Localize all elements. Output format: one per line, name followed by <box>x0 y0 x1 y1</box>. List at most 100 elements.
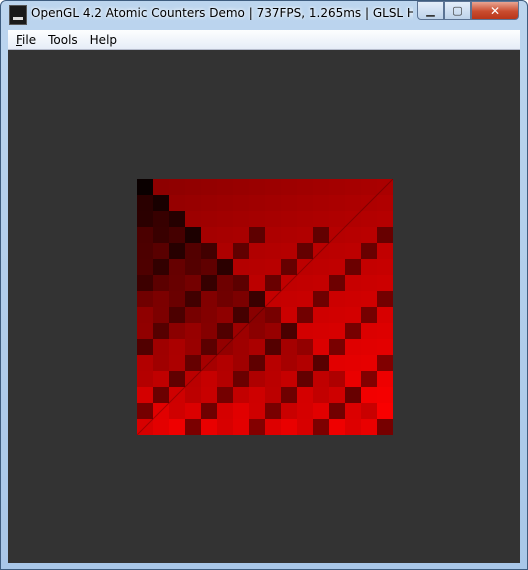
render-tile <box>233 339 250 356</box>
render-tile <box>281 227 298 244</box>
render-tile <box>185 243 202 260</box>
render-tile <box>217 291 234 308</box>
render-tile <box>201 291 218 308</box>
render-tile <box>361 371 378 388</box>
render-tile <box>313 211 330 228</box>
render-tile <box>361 419 378 435</box>
render-tile <box>185 195 202 212</box>
render-tile <box>281 323 298 340</box>
render-tile <box>169 275 186 292</box>
render-tile <box>137 403 154 420</box>
render-tile <box>169 211 186 228</box>
render-tile <box>281 259 298 276</box>
render-tile <box>281 291 298 308</box>
render-tile <box>313 403 330 420</box>
render-tile <box>345 243 362 260</box>
app-window: OpenGL 4.2 Atomic Counters Demo | 737FPS… <box>0 0 528 570</box>
app-icon[interactable] <box>9 5 27 25</box>
render-tile <box>185 355 202 372</box>
render-tile <box>361 339 378 356</box>
render-tile <box>137 307 154 324</box>
render-tile <box>297 243 314 260</box>
render-tile <box>201 307 218 324</box>
render-tile <box>185 323 202 340</box>
render-tile <box>233 291 250 308</box>
window-title: OpenGL 4.2 Atomic Counters Demo | 737FPS… <box>31 6 413 20</box>
render-area[interactable] <box>8 50 520 563</box>
render-tile <box>169 227 186 244</box>
render-tile <box>313 227 330 244</box>
render-tile <box>201 371 218 388</box>
render-tile <box>233 355 250 372</box>
render-tile <box>153 291 170 308</box>
render-tile <box>249 243 266 260</box>
render-tile <box>265 275 282 292</box>
render-tile <box>361 291 378 308</box>
render-tile <box>185 419 202 435</box>
render-tile <box>185 403 202 420</box>
render-tile <box>265 211 282 228</box>
render-tile <box>153 355 170 372</box>
render-tile <box>233 419 250 435</box>
render-tile <box>201 227 218 244</box>
menu-tools[interactable]: Tools <box>42 33 84 47</box>
render-tile <box>153 195 170 212</box>
render-tile <box>265 387 282 404</box>
maximize-button[interactable]: ▢ <box>444 1 471 20</box>
render-tile <box>329 259 346 276</box>
close-button[interactable]: ✕ <box>471 1 519 20</box>
menu-bar: File Tools Help <box>8 30 520 50</box>
rendered-atomic-counter-quad <box>137 179 393 435</box>
render-tile <box>249 275 266 292</box>
render-tile <box>265 355 282 372</box>
render-tile <box>377 307 393 324</box>
render-tile <box>329 419 346 435</box>
menu-file[interactable]: File <box>8 33 42 47</box>
render-tile <box>137 387 154 404</box>
render-tile <box>345 259 362 276</box>
render-tile <box>169 243 186 260</box>
render-tile <box>217 243 234 260</box>
render-tile <box>217 307 234 324</box>
render-tile <box>153 339 170 356</box>
render-tile <box>281 339 298 356</box>
render-tile <box>249 323 266 340</box>
render-tile <box>361 323 378 340</box>
menu-help[interactable]: Help <box>84 33 123 47</box>
render-tile <box>265 307 282 324</box>
render-tile <box>169 307 186 324</box>
render-tile <box>137 227 154 244</box>
render-tile <box>265 259 282 276</box>
render-tile <box>137 323 154 340</box>
render-tile <box>265 323 282 340</box>
render-tile <box>265 371 282 388</box>
render-tile <box>185 179 202 196</box>
render-tile <box>233 387 250 404</box>
render-tile <box>361 307 378 324</box>
render-tile <box>281 307 298 324</box>
render-tile <box>169 419 186 435</box>
render-tile <box>137 355 154 372</box>
minimize-button[interactable]: ▁ <box>417 1 444 20</box>
render-tile <box>169 355 186 372</box>
render-tile <box>345 339 362 356</box>
render-tile <box>281 403 298 420</box>
render-tile <box>281 355 298 372</box>
render-tile <box>233 259 250 276</box>
render-tile <box>217 371 234 388</box>
render-tile <box>377 355 393 372</box>
render-tile <box>297 355 314 372</box>
render-tile <box>185 339 202 356</box>
render-tile <box>345 275 362 292</box>
render-tile <box>169 339 186 356</box>
render-tile <box>169 179 186 196</box>
close-icon: ✕ <box>489 3 501 18</box>
render-tile <box>281 371 298 388</box>
render-tile <box>153 371 170 388</box>
render-tile <box>217 227 234 244</box>
title-bar[interactable]: OpenGL 4.2 Atomic Counters Demo | 737FPS… <box>1 1 527 29</box>
render-tile <box>201 323 218 340</box>
render-tile <box>201 339 218 356</box>
render-tile <box>217 259 234 276</box>
render-tile <box>169 195 186 212</box>
